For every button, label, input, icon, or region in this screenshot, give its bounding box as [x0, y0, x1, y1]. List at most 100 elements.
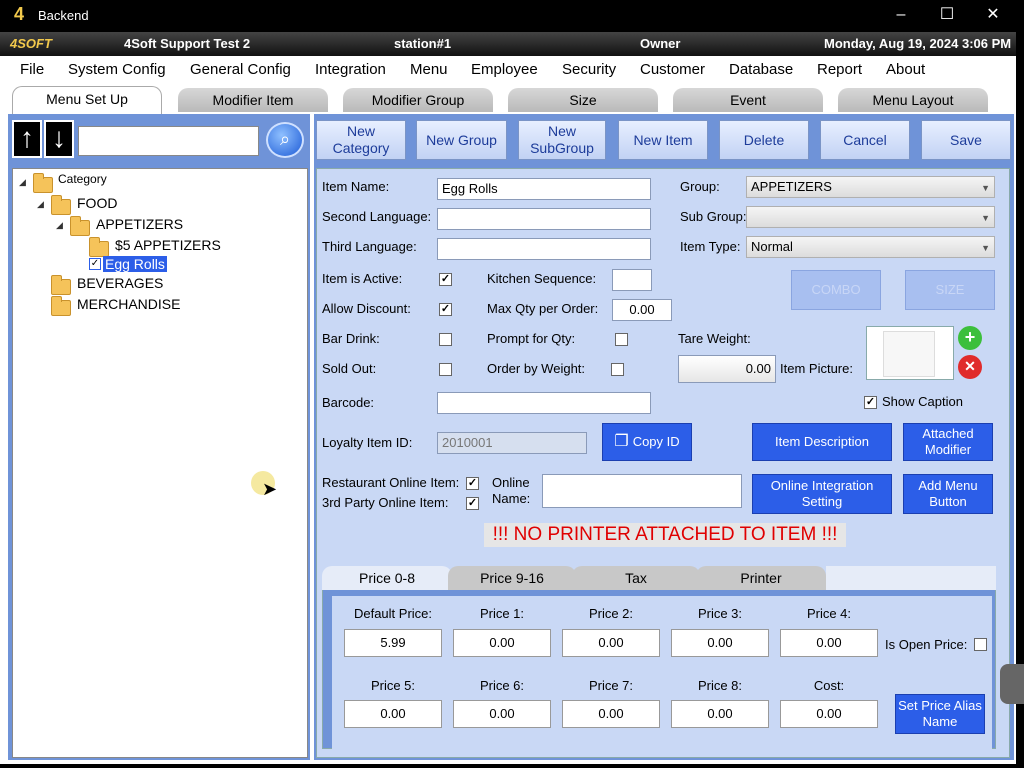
add-menu-button-button[interactable]: Add Menu Button — [903, 474, 993, 514]
tree-item-category[interactable]: Category — [58, 172, 107, 186]
default-price-input[interactable]: 5.99 — [344, 629, 442, 657]
menu-customer[interactable]: Customer — [640, 61, 705, 78]
sub-group-select[interactable]: ▼ — [746, 206, 995, 228]
price-label: Default Price: — [353, 606, 433, 621]
menu-file[interactable]: File — [20, 61, 44, 78]
tab-price-0-8[interactable]: Price 0-8 — [322, 566, 452, 590]
item-name-input[interactable]: Egg Rolls — [437, 178, 651, 200]
open-price-checkbox[interactable] — [974, 638, 987, 651]
item-active-label: Item is Active: — [322, 271, 403, 286]
restaurant-online-checkbox[interactable]: ✓ — [466, 477, 479, 490]
collapse-icon[interactable]: ◢ — [19, 177, 26, 188]
tree-item-merchandise[interactable]: MERCHANDISE — [77, 296, 180, 312]
price-4-input[interactable]: 0.00 — [780, 629, 878, 657]
tree-item-five-appetizers[interactable]: $5 APPETIZERS — [115, 237, 221, 253]
attached-modifier-button[interactable]: Attached Modifier — [903, 423, 993, 461]
tab-menu-set-up[interactable]: Menu Set Up — [12, 86, 162, 114]
second-language-input[interactable] — [437, 208, 651, 230]
collapse-icon[interactable]: ◢ — [56, 220, 63, 231]
price-7-input[interactable]: 0.00 — [562, 700, 660, 728]
online-name-input[interactable] — [542, 474, 742, 508]
menu-report[interactable]: Report — [817, 61, 862, 78]
collapse-icon[interactable]: ◢ — [37, 199, 44, 210]
search-input[interactable] — [78, 126, 259, 156]
loyalty-id-input[interactable]: 2010001 — [437, 432, 587, 454]
tab-modifier-item[interactable]: Modifier Item — [178, 88, 328, 112]
menu-menu[interactable]: Menu — [410, 61, 448, 78]
new-group-button[interactable]: New Group — [416, 120, 507, 160]
group-select[interactable]: APPETIZERS ▼ — [746, 176, 995, 198]
cancel-button[interactable]: Cancel — [820, 120, 910, 160]
tab-event[interactable]: Event — [673, 88, 823, 112]
tab-printer[interactable]: Printer — [696, 566, 826, 590]
item-type-select[interactable]: Normal ▼ — [746, 236, 995, 258]
tree-item-egg-rolls[interactable]: Egg Rolls — [103, 256, 167, 272]
third-party-online-checkbox[interactable]: ✓ — [466, 497, 479, 510]
item-description-button[interactable]: Item Description — [752, 423, 892, 461]
move-up-icon[interactable]: ↑ — [12, 120, 42, 158]
save-button[interactable]: Save — [921, 120, 1011, 160]
menu-about[interactable]: About — [886, 61, 925, 78]
max-qty-input[interactable]: 0.00 — [612, 299, 672, 321]
set-price-alias-button[interactable]: Set Price Alias Name — [895, 694, 985, 734]
price-2-input[interactable]: 0.00 — [562, 629, 660, 657]
restaurant-online-label: Restaurant Online Item: — [322, 475, 460, 490]
menu-employee[interactable]: Employee — [471, 61, 538, 78]
chevron-down-icon: ▼ — [981, 183, 990, 193]
copy-id-button[interactable]: ❐ Copy ID — [602, 423, 692, 461]
tab-price-9-16[interactable]: Price 9-16 — [448, 566, 576, 590]
new-subgroup-button[interactable]: New SubGroup — [518, 120, 606, 160]
minimize-icon[interactable]: – — [878, 0, 924, 32]
brand-logo: 4SOFT — [10, 36, 52, 51]
allow-discount-label: Allow Discount: — [322, 301, 411, 316]
price-6-input[interactable]: 0.00 — [453, 700, 551, 728]
search-icon[interactable]: ⌕ — [266, 122, 304, 158]
bar-drink-checkbox[interactable] — [439, 333, 452, 346]
sold-out-checkbox[interactable] — [439, 363, 452, 376]
combo-button[interactable]: COMBO — [791, 270, 881, 310]
remove-picture-icon[interactable]: ✕ — [958, 355, 982, 379]
tree-item-food[interactable]: FOOD — [77, 195, 117, 211]
allow-discount-checkbox[interactable]: ✓ — [439, 303, 452, 316]
max-qty-label: Max Qty per Order: — [487, 301, 599, 316]
third-language-input[interactable] — [437, 238, 651, 260]
move-down-icon[interactable]: ↓ — [44, 120, 74, 158]
tare-weight-input[interactable]: 0.00 — [678, 355, 776, 383]
tree-item-beverages[interactable]: BEVERAGES — [77, 275, 163, 291]
tab-size[interactable]: Size — [508, 88, 658, 112]
category-tree[interactable]: ◢ Category ◢ FOOD ◢ APPETIZERS $5 APPETI… — [12, 168, 308, 758]
tab-tax[interactable]: Tax — [572, 566, 700, 590]
tab-bar: Menu Set Up Modifier Item Modifier Group… — [0, 84, 1016, 114]
new-category-button[interactable]: New Category — [316, 120, 406, 160]
menu-integration[interactable]: Integration — [315, 61, 386, 78]
barcode-input[interactable] — [437, 392, 651, 414]
cost-input[interactable]: 0.00 — [780, 700, 878, 728]
item-active-checkbox[interactable]: ✓ — [439, 273, 452, 286]
price-8-input[interactable]: 0.00 — [671, 700, 769, 728]
loyalty-id-label: Loyalty Item ID: — [322, 435, 413, 450]
size-button[interactable]: SIZE — [905, 270, 995, 310]
kitchen-sequence-label: Kitchen Sequence: — [487, 271, 597, 286]
price-3-input[interactable]: 0.00 — [671, 629, 769, 657]
maximize-icon[interactable]: ☐ — [924, 0, 970, 32]
delete-button[interactable]: Delete — [719, 120, 809, 160]
prompt-qty-checkbox[interactable] — [615, 333, 628, 346]
add-picture-icon[interactable]: + — [958, 326, 982, 350]
menu-general-config[interactable]: General Config — [190, 61, 291, 78]
menu-security[interactable]: Security — [562, 61, 616, 78]
side-handle-icon[interactable] — [1000, 664, 1024, 704]
tab-menu-layout[interactable]: Menu Layout — [838, 88, 988, 112]
menu-database[interactable]: Database — [729, 61, 793, 78]
tab-modifier-group[interactable]: Modifier Group — [343, 88, 493, 112]
menu-system-config[interactable]: System Config — [68, 61, 166, 78]
kitchen-sequence-input[interactable] — [612, 269, 652, 291]
order-weight-checkbox[interactable] — [611, 363, 624, 376]
tree-item-appetizers[interactable]: APPETIZERS — [96, 216, 183, 232]
close-icon[interactable]: ✕ — [970, 0, 1016, 32]
price-5-input[interactable]: 0.00 — [344, 700, 442, 728]
online-integration-button[interactable]: Online Integration Setting — [752, 474, 892, 514]
new-item-button[interactable]: New Item — [618, 120, 708, 160]
item-picture[interactable] — [866, 326, 954, 380]
price-1-input[interactable]: 0.00 — [453, 629, 551, 657]
show-caption-checkbox[interactable]: ✓ — [864, 396, 877, 409]
